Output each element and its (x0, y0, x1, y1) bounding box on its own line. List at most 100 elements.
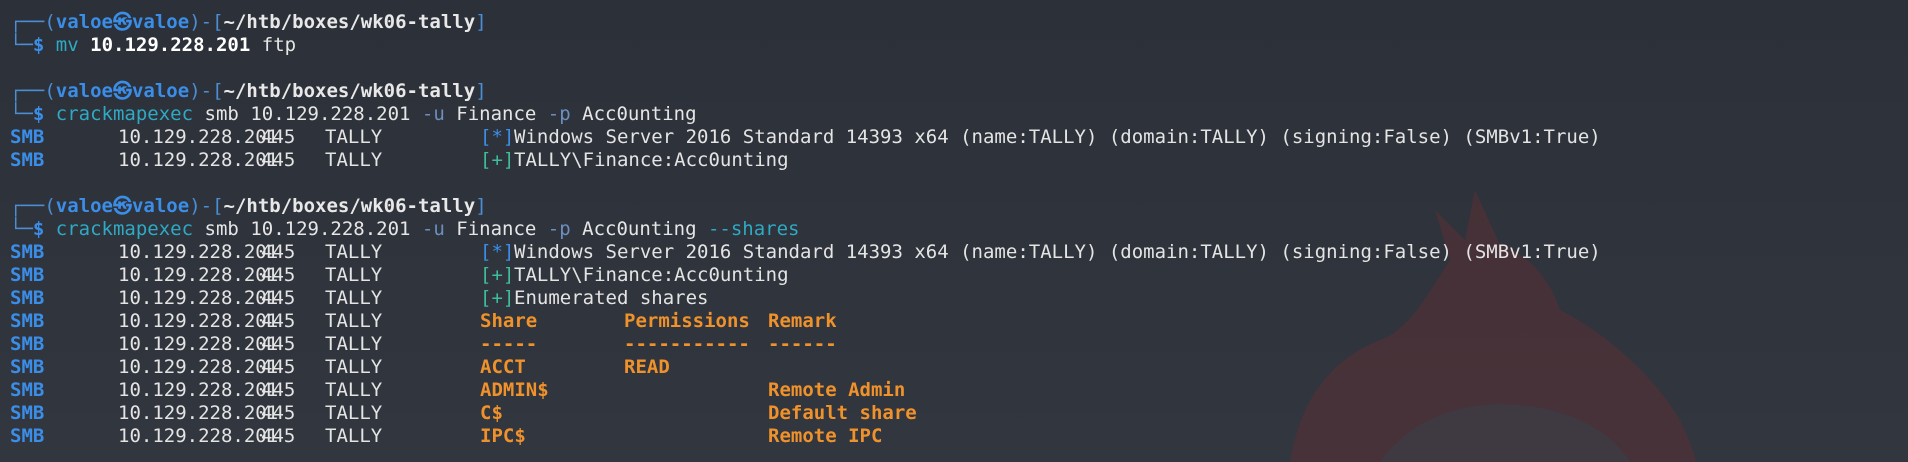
share-row: SMB 10.129.228.201 445 TALLY ACCT READ (10, 356, 1900, 379)
protocol-label: SMB (10, 379, 45, 401)
port-number: 445 (261, 264, 296, 286)
output-row: SMB 10.129.228.201 445 TALLY [+] TALLY\Financ… (10, 264, 1900, 287)
prompt-user: valoe (55, 11, 113, 33)
share-remark: Remote Admin (768, 379, 906, 401)
status-tag: [+] (480, 287, 515, 309)
port-number: 445 (261, 287, 296, 309)
port-number: 445 (261, 149, 296, 171)
command-name: crackmapexec (55, 103, 194, 125)
protocol-label: SMB (10, 264, 45, 286)
protocol-label: SMB (10, 149, 45, 171)
prompt-header: ┌──(valoe㉿valoe)-[~/htb/boxes/wk06-tally… (10, 195, 1900, 218)
output-message: Windows Server 2016 Standard 14393 x64 (… (514, 126, 1601, 148)
ip-address: 10.129.228.201 (118, 425, 279, 447)
prompt-user: valoe (55, 195, 113, 217)
status-tag: [+] (480, 149, 515, 171)
share-row: SMB 10.129.228.201 445 TALLY Share Permission… (10, 310, 1900, 333)
command-arg: Finance (456, 103, 537, 125)
share-row: SMB 10.129.228.201 445 TALLY C$ Default share (10, 402, 1900, 425)
prompt-path: ~/htb/boxes/wk06-tally (223, 11, 476, 33)
prompt-box-mid: )-[ (189, 11, 224, 33)
ip-address: 10.129.228.201 (118, 402, 279, 424)
protocol-label: SMB (10, 241, 45, 263)
protocol-label: SMB (10, 425, 45, 447)
prompt-path: ~/htb/boxes/wk06-tally (223, 195, 476, 217)
protocol-label: SMB (10, 402, 45, 424)
port-number: 445 (261, 356, 296, 378)
ip-address: 10.129.228.201 (118, 149, 279, 171)
share-row: SMB 10.129.228.201 445 TALLY IPC$ Remote IPC (10, 425, 1900, 448)
prompt-header: ┌──(valoe㉿valoe)-[~/htb/boxes/wk06-tally… (10, 11, 1900, 34)
share-row: SMB 10.129.228.201 445 TALLY ----- ----------… (10, 333, 1900, 356)
hostname: TALLY (325, 126, 383, 148)
share-name: ACCT (480, 356, 526, 378)
output-message: TALLY\Finance:Acc0unting (514, 149, 789, 171)
share-name: C$ (480, 402, 503, 424)
share-remark: ------ (768, 333, 837, 355)
prompt-host: valoe (131, 195, 190, 217)
prompt-box-bottom: └─ (10, 218, 33, 240)
prompt-box-top: ┌──( (10, 195, 56, 217)
hostname: TALLY (325, 379, 383, 401)
port-number: 445 (261, 425, 296, 447)
command-line: └─$ crackmapexec smb 10.129.228.201 -u F… (10, 218, 1900, 241)
share-name: Share (480, 310, 538, 332)
prompt-host: valoe (131, 11, 190, 33)
prompt-box-mid: )-[ (189, 195, 224, 217)
ip-address: 10.129.228.201 (118, 264, 279, 286)
output-row: SMB 10.129.228.201 445 TALLY [+] TALLY\Financ… (10, 149, 1900, 172)
output-row: SMB 10.129.228.201 445 TALLY [*] Windows Serv… (10, 241, 1900, 264)
output-row: SMB 10.129.228.201 445 TALLY [+] Enumerated s… (10, 287, 1900, 310)
prompt-box-bottom: └─ (10, 34, 33, 56)
port-number: 445 (261, 333, 296, 355)
protocol-label: SMB (10, 287, 45, 309)
port-number: 445 (261, 241, 296, 263)
prompt-dollar: $ (32, 218, 45, 240)
command-arg: smb (204, 218, 239, 240)
hostname: TALLY (325, 310, 383, 332)
status-tag: [*] (480, 126, 515, 148)
command-arg: --shares (707, 218, 800, 240)
ip-address: 10.129.228.201 (118, 333, 279, 355)
command-arg: 10.129.228.201 (90, 34, 251, 56)
protocol-label: SMB (10, 126, 45, 148)
command-arg: -p (547, 103, 571, 125)
prompt-user: valoe (55, 80, 113, 102)
command-arg: Finance (456, 218, 537, 240)
command-arg: 10.129.228.201 (250, 103, 411, 125)
protocol-label: SMB (10, 310, 45, 332)
prompt-at-icon: ㉿ (112, 80, 132, 102)
command-arg: Acc0unting (582, 103, 697, 125)
hostname: TALLY (325, 356, 383, 378)
hostname: TALLY (325, 241, 383, 263)
command-arg: smb (204, 103, 239, 125)
terminal-output[interactable]: ┌──(valoe㉿valoe)-[~/htb/boxes/wk06-tally… (10, 11, 1900, 448)
output-message: Enumerated shares (514, 287, 709, 309)
port-number: 445 (261, 402, 296, 424)
command-name: crackmapexec (55, 218, 194, 240)
command-arg: ftp (261, 34, 297, 56)
prompt-box-end: ] (475, 80, 487, 102)
share-permissions: READ (624, 356, 670, 378)
share-remark: Default share (768, 402, 917, 424)
command-arg: -u (421, 103, 445, 125)
share-name: IPC$ (480, 425, 526, 447)
prompt-box-end: ] (475, 195, 487, 217)
share-name: ----- (480, 333, 538, 355)
protocol-label: SMB (10, 333, 45, 355)
output-message: Windows Server 2016 Standard 14393 x64 (… (514, 241, 1601, 263)
command-arg: -u (421, 218, 445, 240)
share-remark: Remark (768, 310, 837, 332)
prompt-box-bottom: └─ (10, 103, 33, 125)
ip-address: 10.129.228.201 (118, 379, 279, 401)
ip-address: 10.129.228.201 (118, 356, 279, 378)
prompt-at-icon: ㉿ (112, 195, 132, 217)
prompt-box-mid: )-[ (189, 80, 224, 102)
share-permissions: Permissions (624, 310, 750, 332)
protocol-label: SMB (10, 356, 45, 378)
prompt-at-icon: ㉿ (112, 11, 132, 33)
hostname: TALLY (325, 149, 383, 171)
prompt-host: valoe (131, 80, 190, 102)
port-number: 445 (261, 379, 296, 401)
